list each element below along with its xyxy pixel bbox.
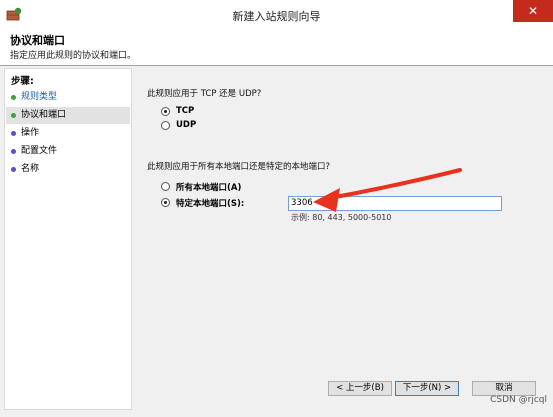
step-rule-type[interactable]: 规则类型 <box>6 89 130 106</box>
step-profile[interactable]: 配置文件 <box>6 143 130 160</box>
step-status-icon <box>11 131 16 136</box>
title-bar: 新建入站规则向导 ✕ <box>0 0 553 30</box>
step-label: 名称 <box>21 164 40 174</box>
page-header: 协议和端口 指定应用此规则的协议和端口。 <box>0 29 553 66</box>
protocol-question: 此规则应用于 TCP 还是 UDP? <box>147 89 262 99</box>
port-input[interactable]: 3306 <box>288 196 502 211</box>
radio-label: 特定本地端口(S): <box>176 199 245 209</box>
steps-title: 步骤: <box>11 76 34 87</box>
close-button[interactable]: ✕ <box>513 0 553 22</box>
step-protocol-ports[interactable]: 协议和端口 <box>6 107 130 124</box>
steps-panel: 步骤: 规则类型 协议和端口 操作 配置文件 名称 <box>4 68 132 410</box>
port-example: 示例: 80, 443, 5000-5010 <box>291 213 392 222</box>
step-status-icon <box>11 113 16 118</box>
step-label: 规则类型 <box>21 92 58 102</box>
step-name[interactable]: 名称 <box>6 161 130 178</box>
ports-question: 此规则应用于所有本地端口还是特定的本地端口? <box>147 162 331 172</box>
cancel-button[interactable]: 取消 <box>472 381 536 396</box>
radio-button[interactable] <box>161 121 170 130</box>
page-title: 协议和端口 <box>10 34 65 47</box>
radio-label: UDP <box>176 120 197 130</box>
step-label: 操作 <box>21 128 40 138</box>
step-label: 协议和端口 <box>21 110 67 120</box>
next-button[interactable]: 下一步(N) > <box>395 381 459 396</box>
watermark: CSDN @rjcql <box>490 395 547 405</box>
radio-label: 所有本地端口(A) <box>176 183 242 193</box>
radio-button[interactable] <box>161 198 170 207</box>
main-panel: 此规则应用于 TCP 还是 UDP? TCP UDP 此规则应用于所有本地端口还… <box>133 68 549 408</box>
radio-button[interactable] <box>161 107 170 116</box>
window-title: 新建入站规则向导 <box>232 10 321 23</box>
step-action[interactable]: 操作 <box>6 125 130 142</box>
back-button[interactable]: < 上一步(B) <box>328 381 392 396</box>
step-status-icon <box>11 167 16 172</box>
step-status-icon <box>11 149 16 154</box>
step-label: 配置文件 <box>21 146 58 156</box>
radio-label: TCP <box>176 106 195 116</box>
radio-button[interactable] <box>161 182 170 191</box>
step-status-icon <box>11 95 16 100</box>
page-subtitle: 指定应用此规则的协议和端口。 <box>10 51 137 61</box>
